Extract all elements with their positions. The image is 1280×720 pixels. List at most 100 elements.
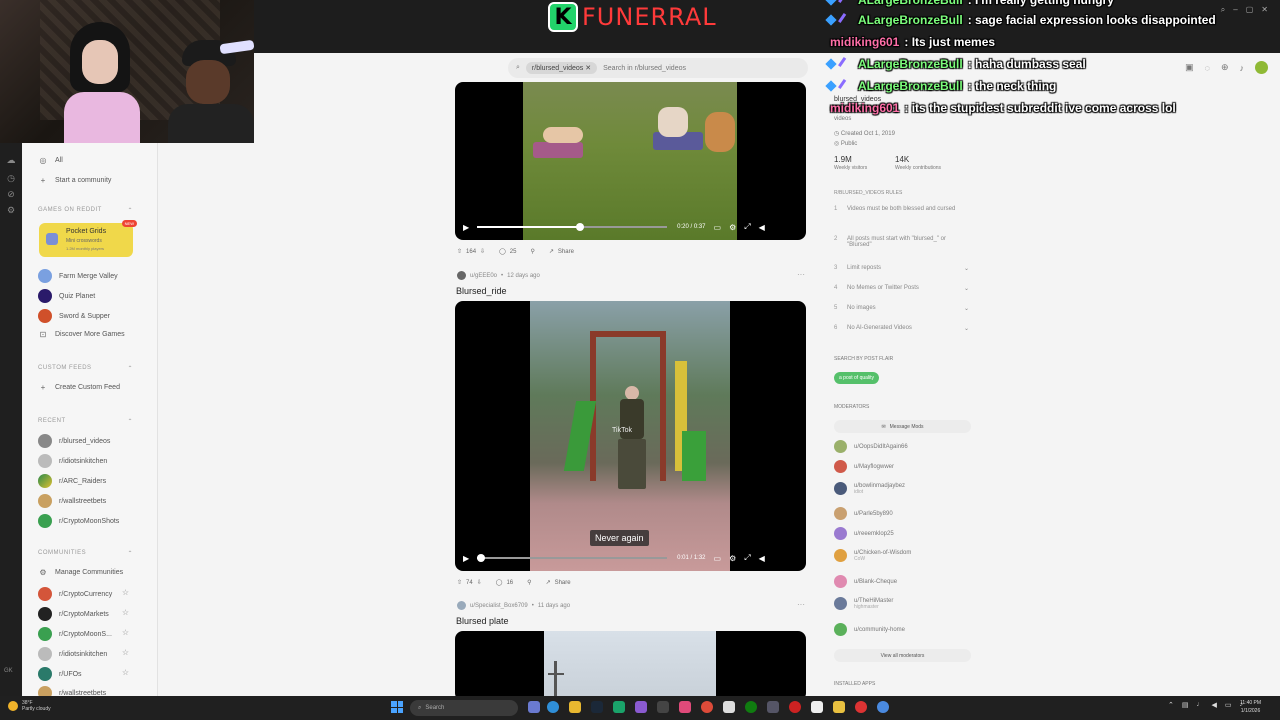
tiktok-icon[interactable]: [679, 701, 691, 713]
video-player[interactable]: ▶ 0:20 / 0:37 ▭ ⚙ ⤢ ◀: [455, 82, 806, 240]
search-community-chip[interactable]: r/blursed_videos ✕: [525, 62, 598, 74]
chat-username[interactable]: ALargeBronzeBull: [858, 0, 963, 7]
sidebar-item-start-community[interactable]: + Start a community: [38, 175, 112, 185]
sidebar-item-create-feed[interactable]: + Create Custom Feed: [38, 382, 120, 392]
edge-icon[interactable]: [547, 701, 559, 713]
settings-icon[interactable]: ⚙: [729, 554, 736, 563]
sidebar-item-community[interactable]: r/CryptoCurrency: [38, 587, 112, 601]
maximize-icon[interactable]: ▢: [1246, 5, 1254, 15]
play-icon[interactable]: ▶: [463, 223, 469, 232]
moderator-item[interactable]: u/Parle5by890: [834, 507, 893, 520]
volume-icon[interactable]: ◀: [759, 223, 765, 232]
xbox-icon[interactable]: [745, 701, 757, 713]
moderator-item[interactable]: u/reeemklop25: [834, 527, 894, 540]
more-options-icon[interactable]: ···: [797, 270, 805, 279]
message-mods-button[interactable]: ✉ Message Mods: [834, 420, 971, 433]
sidebar-item-community[interactable]: r/UFOs: [38, 667, 82, 681]
video-scrubber[interactable]: [477, 223, 668, 231]
microphone-icon[interactable]: ♩: [1197, 701, 1204, 709]
sidebar-item-recent[interactable]: r/blursed_videos: [38, 434, 110, 448]
moderator-item[interactable]: u/Chicken-of-Wisdom CoW: [834, 549, 911, 562]
search-icon[interactable]: ⌕: [1221, 5, 1225, 15]
recent-section-header[interactable]: RECENT ⌃: [38, 418, 133, 425]
notepad-icon[interactable]: [723, 701, 735, 713]
comments-button[interactable]: ◯ 25: [499, 248, 516, 256]
video-player[interactable]: TikTok Never again ▶ 0:01 / 1:32 ▭ ⚙ ⤢ ◀: [455, 301, 806, 571]
avatar[interactable]: [457, 271, 466, 280]
sidebar-item-community[interactable]: r/CryptoMarkets: [38, 607, 109, 621]
play-icon[interactable]: ▶: [463, 554, 469, 563]
steam-icon[interactable]: [591, 701, 603, 713]
volume-icon[interactable]: ◀: [1212, 701, 1217, 709]
chat-username[interactable]: midiking601: [830, 35, 899, 49]
flair-chip[interactable]: a post of quality: [834, 372, 880, 384]
rule-item[interactable]: 1 Videos must be both blessed and cursed: [834, 206, 969, 212]
sidebar-item-community[interactable]: r/idiotsinkitchen: [38, 647, 107, 661]
sidebar-item-recent[interactable]: r/ARC_Raiders: [38, 474, 106, 488]
favorite-star-icon[interactable]: ☆: [122, 608, 129, 617]
chat-username[interactable]: midiking601: [830, 101, 899, 115]
rule-item[interactable]: 6 No AI-Generated Videos ⌄: [834, 325, 969, 332]
favorite-star-icon[interactable]: ☆: [122, 668, 129, 677]
avatar[interactable]: [457, 601, 466, 610]
fullscreen-icon[interactable]: ⤢: [744, 222, 750, 232]
video-player[interactable]: [455, 631, 806, 701]
chat-icon[interactable]: ◌: [1205, 63, 1210, 73]
weather-widget[interactable]: 38°F Partly cloudy: [8, 700, 51, 712]
view-all-moderators-button[interactable]: View all moderators: [834, 649, 971, 662]
app-icon[interactable]: [767, 701, 779, 713]
award-button[interactable]: ⚲: [527, 579, 531, 586]
favorite-star-icon[interactable]: ☆: [122, 588, 129, 597]
rule-item[interactable]: 2 All posts must start with "blursed_" or…: [834, 236, 969, 248]
favorite-star-icon[interactable]: ☆: [122, 628, 129, 637]
chat-username[interactable]: ALargeBronzeBull: [858, 13, 963, 27]
sidebar-item-all[interactable]: ◎ All: [38, 155, 63, 165]
chat-username[interactable]: ALargeBronzeBull: [858, 57, 963, 71]
start-button[interactable]: [391, 701, 403, 713]
custom-feeds-section-header[interactable]: CUSTOM FEEDS ⌃: [38, 365, 133, 372]
rule-item[interactable]: 3 Limit reposts ⌄: [834, 265, 969, 272]
sidebar-item-manage-communities[interactable]: ⚙ Manage Communities: [38, 567, 123, 577]
share-button[interactable]: ↗ Share: [549, 248, 574, 256]
chrome-icon[interactable]: [701, 701, 713, 713]
sidebar-item-recent[interactable]: r/wallstreetbets: [38, 494, 106, 508]
comments-button[interactable]: ◯ 16: [496, 579, 513, 587]
moderator-item[interactable]: u/Mayflogwwer: [834, 460, 894, 473]
sidebar-item-game[interactable]: Farm Merge Valley: [38, 269, 118, 283]
sidebar-item-game[interactable]: Quiz Planet: [38, 289, 95, 303]
close-icon[interactable]: ✕: [1261, 5, 1268, 15]
fullscreen-icon[interactable]: ⤢: [744, 553, 750, 563]
sidebar-item-game[interactable]: Sword & Supper: [38, 309, 110, 323]
avatar[interactable]: [1255, 61, 1268, 74]
notifications-icon[interactable]: ♪: [1240, 63, 1245, 73]
moderator-item[interactable]: u/Blank-Cheque: [834, 575, 897, 588]
taskbar-search[interactable]: ⌕ Search: [410, 700, 518, 716]
games-section-header[interactable]: GAMES ON REDDIT ⌃: [38, 207, 133, 214]
sidebar-item-recent[interactable]: r/CryptoMoonShots: [38, 514, 119, 528]
task-view-icon[interactable]: [528, 701, 540, 713]
rule-item[interactable]: 4 No Memes or Twitter Posts ⌄: [834, 285, 969, 292]
file-explorer-icon[interactable]: [569, 701, 581, 713]
game-card-pocket-grids[interactable]: Pocket Grids Mini crosswords 1.2M monthl…: [39, 220, 137, 257]
app-icon[interactable]: [855, 701, 867, 713]
settings-icon[interactable]: ⚙: [729, 223, 736, 232]
minimize-icon[interactable]: –: [1233, 5, 1237, 15]
display-icon[interactable]: ▭: [1225, 701, 1232, 709]
video-scrubber[interactable]: [476, 554, 668, 562]
communities-section-header[interactable]: COMMUNITIES ⌃: [38, 550, 133, 557]
advertise-icon[interactable]: ▣: [1185, 62, 1194, 73]
moderator-item[interactable]: u/OopsDidItAgain66: [834, 440, 908, 453]
clock-icon[interactable]: ◷: [6, 173, 16, 183]
taskbar-clock[interactable]: 11:40 PM 1/1/2026: [1240, 699, 1261, 715]
post-author[interactable]: u/Specialist_Box6709: [470, 603, 528, 609]
opera-icon[interactable]: [789, 701, 801, 713]
more-options-icon[interactable]: ···: [797, 600, 805, 609]
sidebar-item-discover-games[interactable]: ⊡ Discover More Games: [38, 329, 125, 339]
chat-username[interactable]: ALargeBronzeBull: [858, 79, 963, 93]
captions-icon[interactable]: ▭: [714, 223, 722, 232]
search-input[interactable]: ⌕ r/blursed_videos ✕ Search in r/blursed…: [508, 58, 808, 78]
feed-icon[interactable]: ⊘: [6, 189, 16, 199]
cloud-icon[interactable]: ☁: [6, 155, 16, 165]
create-post-icon[interactable]: ⊕: [1221, 62, 1229, 73]
moderator-item[interactable]: u/community-home: [834, 623, 905, 636]
